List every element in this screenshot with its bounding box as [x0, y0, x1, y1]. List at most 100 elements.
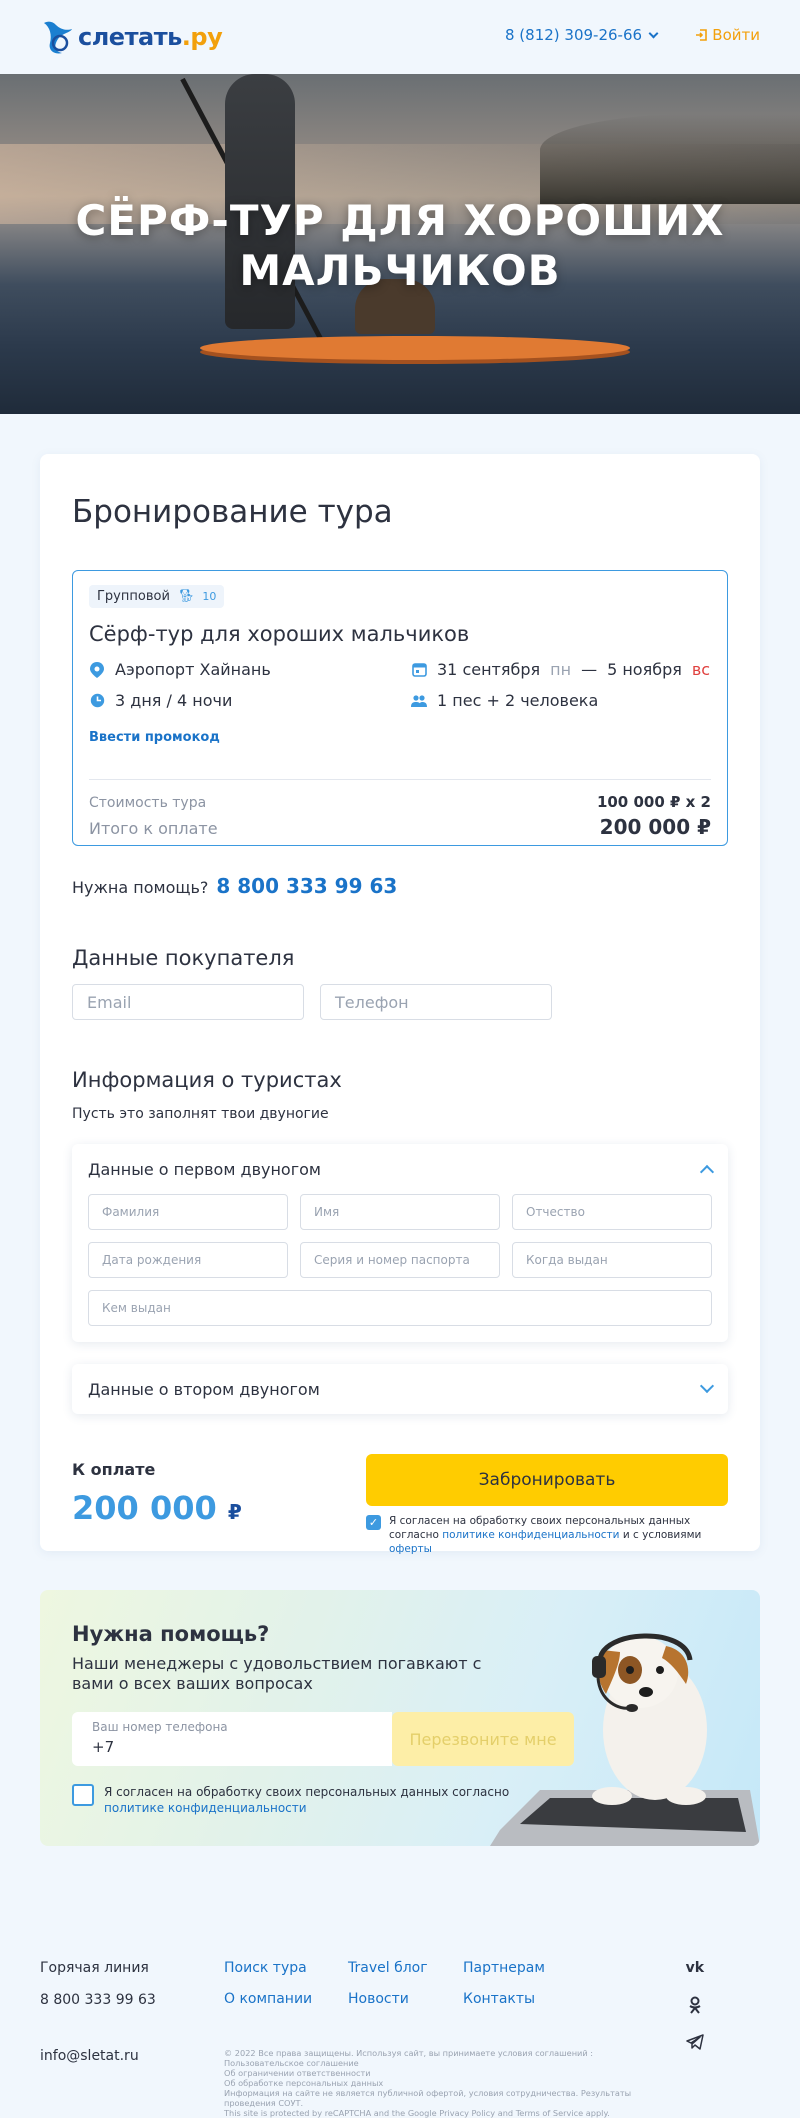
first-tourist-accordion: Данные о первом двуногом Фамилия Имя Отч…	[72, 1144, 728, 1342]
footer-links: Поиск тура Travel блог Партнерам О компа…	[224, 1960, 583, 2007]
login-arrow-icon	[696, 29, 708, 41]
legal-link[interactable]: Об обработке персональных данных	[224, 2078, 684, 2088]
help-line: Нужна помощь? 8 800 333 99 63	[72, 874, 728, 898]
payment-amount: 200 000 ₽	[72, 1489, 242, 1527]
book-button[interactable]: Забронировать	[366, 1454, 728, 1506]
tour-type-badge: Групповой 🐕︎ 10	[89, 585, 225, 608]
callback-privacy-link[interactable]: политике конфиденциальности	[104, 1801, 307, 1815]
booking-card: Бронирование тура Групповой 🐕︎ 10 Сёрф-т…	[40, 454, 760, 1555]
footer-hotline: Горячая линия 8 800 333 99 63	[40, 1960, 156, 2024]
hotline-phone[interactable]: 8 800 333 99 63	[40, 1992, 156, 2024]
hotline-label: Горячая линия	[40, 1960, 149, 1976]
promo-code-link[interactable]: Ввести промокод	[89, 730, 220, 745]
legal-link[interactable]: Об ограничении ответственности	[224, 2068, 684, 2078]
buyer-inputs: Email Телефон	[72, 984, 728, 1020]
price-divider	[89, 779, 711, 780]
payment-section: К оплате 200 000 ₽ Забронировать ✓ Я сог…	[72, 1454, 728, 1556]
birthdate-field[interactable]: Дата рождения	[88, 1242, 288, 1278]
footer: Горячая линия 8 800 333 99 63 info@sleta…	[40, 1960, 760, 2118]
name-field[interactable]: Имя	[300, 1194, 500, 1230]
callback-consent-checkbox[interactable]	[72, 1784, 94, 1806]
vk-icon[interactable]: vk	[686, 1960, 704, 1976]
header-phone-number: 8 (812) 309-26-66	[505, 26, 643, 44]
second-tourist-header[interactable]: Данные о втором двуногом	[88, 1364, 715, 1414]
date-from: 31 сентября	[437, 660, 541, 679]
cost-value: 100 000 ₽ x 2	[596, 793, 711, 811]
ok-icon[interactable]	[688, 1996, 702, 2014]
chevron-down-icon	[648, 28, 659, 38]
tour-summary: Групповой 🐕︎ 10 Сёрф-тур для хороших мал…	[72, 570, 728, 846]
location-pin-icon	[89, 661, 105, 678]
email-field[interactable]: Email	[72, 984, 304, 1020]
help-panel: Нужна помощь? Наши менеджеры с удовольст…	[40, 1590, 760, 1846]
issued-by-field[interactable]: Кем выдан	[88, 1290, 712, 1326]
hero-banner: СЁРФ-ТУР ДЛЯ ХОРОШИХ МАЛЬЧИКОВ	[0, 74, 800, 414]
clock-icon	[89, 693, 105, 709]
footer-link-contacts[interactable]: Контакты	[463, 1991, 583, 2007]
tour-duration: 3 дня / 4 ночи	[89, 691, 411, 710]
badge-count: 10	[202, 590, 217, 603]
legal-link[interactable]: Пользовательское соглашение	[224, 2058, 684, 2068]
logo-bird-icon	[44, 21, 72, 54]
help-label: Нужна помощь?	[72, 878, 209, 897]
telegram-icon[interactable]	[686, 2034, 704, 2050]
consent-checkbox[interactable]: ✓	[366, 1515, 381, 1530]
duration-text: 3 дня / 4 ночи	[115, 691, 233, 710]
passport-field[interactable]: Серия и номер паспорта	[300, 1242, 500, 1278]
help-panel-title: Нужна помощь?	[72, 1622, 270, 1646]
tour-type-label: Групповой	[97, 589, 170, 604]
callback-phone-label: Ваш номер телефона	[92, 1720, 228, 1734]
consent-text: Я согласен на обработку своих персональн…	[389, 1515, 702, 1555]
tourists-title: Информация о туристах	[72, 1068, 342, 1092]
payment-summary: К оплате 200 000 ₽	[72, 1454, 242, 1556]
tour-dates: 31 сентября пн — 5 ноября вс	[411, 660, 711, 679]
chevron-down-icon[interactable]	[699, 1378, 715, 1394]
legal-line: Информация на сайте не является публично…	[224, 2088, 632, 2108]
tourists-subtitle: Пусть это заполнят твои двуногие	[72, 1106, 329, 1122]
help-phone-link[interactable]: 8 800 333 99 63	[216, 874, 397, 898]
login-button[interactable]: Войти	[695, 26, 760, 44]
payment-label: К оплате	[72, 1460, 156, 1479]
hero-title: СЁРФ-ТУР ДЛЯ ХОРОШИХ МАЛЬЧИКОВ	[75, 196, 725, 295]
logo-text: слетать.ру	[78, 23, 223, 51]
footer-link-news[interactable]: Новости	[348, 1991, 463, 2007]
tour-travelers: 1 пес + 2 человека	[411, 691, 711, 710]
site-header: слетать.ру 8 (812) 309-26-66 Войти	[0, 0, 800, 74]
patronymic-field[interactable]: Отчество	[512, 1194, 712, 1230]
footer-link-about[interactable]: О компании	[224, 1991, 348, 2007]
issued-date-field[interactable]: Когда выдан	[512, 1242, 712, 1278]
footer-link-search[interactable]: Поиск тура	[224, 1960, 348, 1976]
tour-airport: Аэропорт Хайнань	[89, 660, 411, 679]
callback-phone-input[interactable]: Ваш номер телефона +7	[72, 1712, 392, 1766]
header-phone-dropdown[interactable]: 8 (812) 309-26-66	[505, 26, 659, 44]
footer-link-partners[interactable]: Партнерам	[463, 1960, 583, 1976]
hero-trees	[540, 114, 800, 204]
hero-paddleboard	[200, 336, 630, 360]
callback-consent-text: Я согласен на обработку своих персональн…	[104, 1785, 510, 1815]
payment-consent: ✓ Я согласен на обработку своих персонал…	[366, 1514, 728, 1556]
chevron-up-icon[interactable]	[699, 1164, 715, 1180]
cost-label: Стоимость тура	[89, 795, 207, 811]
offer-link[interactable]: оферты	[389, 1543, 432, 1555]
calendar-icon	[411, 662, 427, 678]
privacy-policy-link[interactable]: политике конфиденциальности	[442, 1529, 619, 1541]
login-label: Войти	[712, 26, 760, 44]
cost-row: Стоимость тура 100 000 ₽ x 2	[89, 793, 711, 811]
total-value: 200 000 ₽	[599, 815, 711, 839]
date-dash: —	[581, 660, 598, 679]
currency-sign: ₽	[227, 1500, 242, 1524]
footer-link-blog[interactable]: Travel блог	[348, 1960, 463, 1976]
first-tourist-header[interactable]: Данные о первом двуногом	[88, 1144, 715, 1194]
help-panel-lead: Наши менеджеры с удовольствием погавкают…	[72, 1654, 482, 1693]
footer-email[interactable]: info@sletat.ru	[40, 2048, 139, 2064]
callback-consent: Я согласен на обработку своих персональн…	[72, 1784, 532, 1816]
second-tourist-title: Данные о втором двуногом	[88, 1379, 320, 1399]
logo[interactable]: слетать.ру	[40, 17, 223, 57]
airport-text: Аэропорт Хайнань	[115, 660, 271, 679]
second-tourist-accordion: Данные о втором двуногом	[72, 1364, 728, 1414]
travelers-text: 1 пес + 2 человека	[437, 691, 599, 710]
phone-field[interactable]: Телефон	[320, 984, 552, 1020]
dog-icon: 🐕︎	[177, 589, 195, 604]
date-from-day: пн	[550, 660, 572, 679]
surname-field[interactable]: Фамилия	[88, 1194, 288, 1230]
